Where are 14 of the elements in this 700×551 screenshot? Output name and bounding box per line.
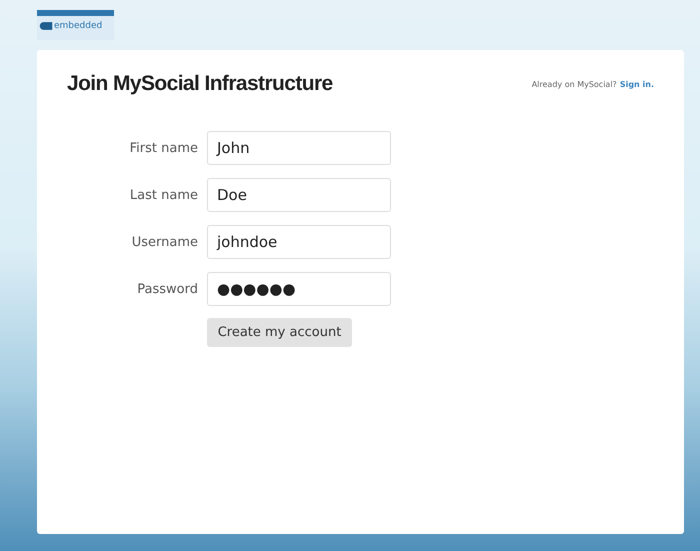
create-account-button[interactable]: Create my account [207, 318, 352, 347]
logo-mark-icon [39, 21, 53, 31]
signin-prompt: Already on MySocial? [532, 80, 617, 88]
input-field[interactable]: johndoe [207, 225, 391, 259]
input-field[interactable]: John [207, 131, 391, 165]
field-label: Last name [128, 188, 198, 202]
field-label: First name [128, 140, 198, 156]
logo-text: embedded [54, 21, 102, 31]
page-title: Join MySocial Infrastructure [67, 72, 333, 96]
field-label: Username [130, 234, 198, 250]
signin-link[interactable]: Sign in. [620, 80, 654, 88]
field-label: Password [136, 282, 198, 296]
input-field[interactable]: ●●●●●● [207, 272, 391, 306]
input-field[interactable]: Doe [207, 178, 391, 212]
